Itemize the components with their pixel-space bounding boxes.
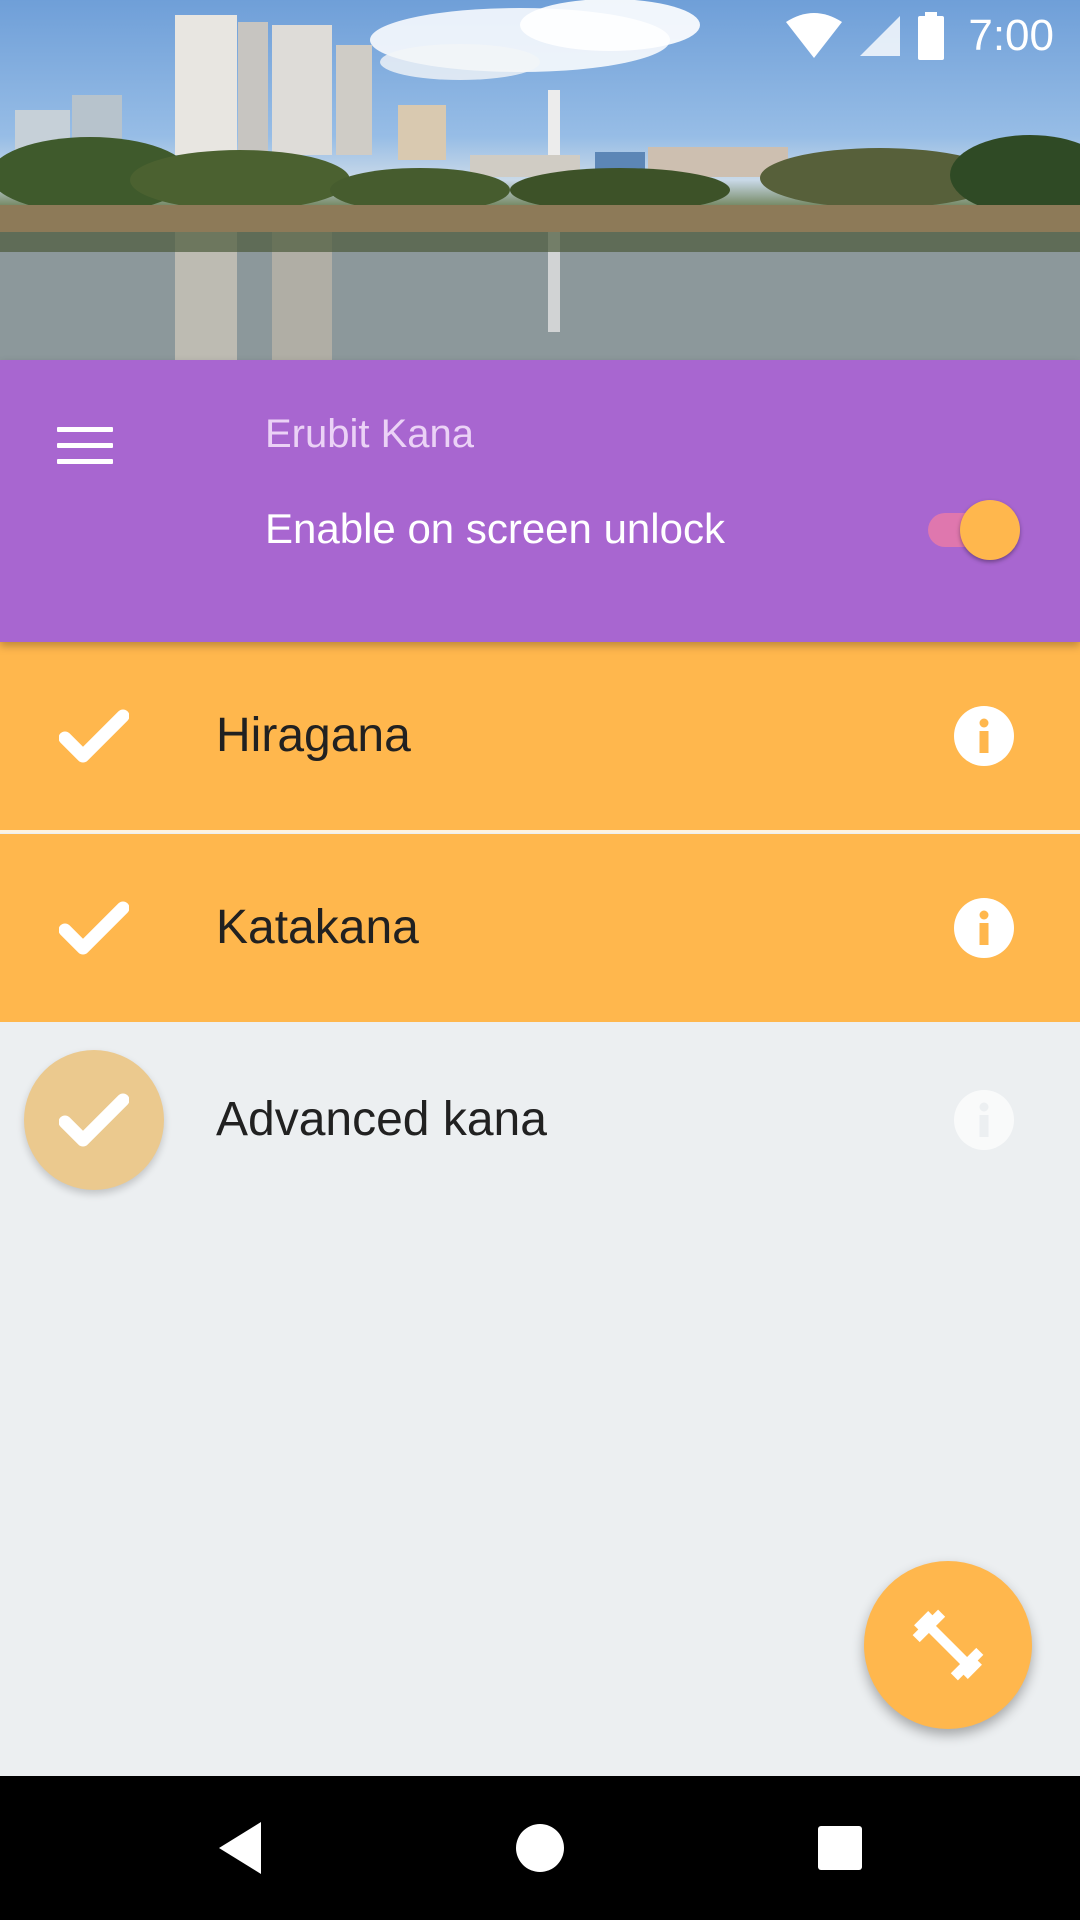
- status-bar: 7:00: [0, 0, 1080, 72]
- list-divider: [0, 830, 1080, 833]
- info-icon[interactable]: [954, 706, 1014, 766]
- menu-icon-line: [57, 426, 113, 432]
- nav-recents-button[interactable]: [768, 1776, 912, 1920]
- course-checkbox[interactable]: [24, 858, 164, 998]
- course-label: Hiragana: [216, 709, 411, 762]
- check-icon: [59, 1093, 129, 1147]
- app-title: Erubit Kana: [265, 412, 475, 456]
- app-bar: [0, 360, 1080, 642]
- unlock-toggle-label: Enable on screen unlock: [265, 505, 725, 552]
- course-label: Advanced kana: [216, 1093, 547, 1146]
- course-checkbox[interactable]: [24, 1050, 164, 1190]
- course-checkbox[interactable]: [24, 666, 164, 806]
- info-icon[interactable]: [954, 1090, 1014, 1150]
- course-item-katakana[interactable]: Katakana: [0, 834, 1080, 1022]
- nav-home-button[interactable]: [468, 1776, 612, 1920]
- check-icon: [59, 709, 129, 763]
- course-label: Katakana: [216, 901, 419, 954]
- nav-back-button[interactable]: [168, 1776, 312, 1920]
- menu-icon-line: [57, 458, 113, 464]
- system-nav-bar: [0, 1776, 1080, 1920]
- back-icon: [219, 1822, 261, 1874]
- recents-icon: [818, 1826, 862, 1870]
- dumbbell-icon: [912, 1609, 984, 1681]
- cell-signal-icon: [860, 16, 901, 56]
- menu-button[interactable]: [40, 400, 130, 490]
- status-time: 7:00: [968, 11, 1054, 60]
- check-icon: [59, 901, 129, 955]
- toggle-thumb[interactable]: [960, 500, 1020, 560]
- home-icon: [516, 1824, 564, 1872]
- start-training-fab[interactable]: [864, 1561, 1032, 1729]
- course-item-advanced-kana[interactable]: Advanced kana: [0, 1026, 1080, 1214]
- info-icon[interactable]: [954, 898, 1014, 958]
- wifi-icon: [786, 13, 843, 58]
- battery-icon: [918, 12, 945, 60]
- menu-icon-line: [57, 442, 113, 448]
- unlock-toggle[interactable]: [922, 498, 1022, 562]
- course-item-hiragana[interactable]: Hiragana: [0, 642, 1080, 830]
